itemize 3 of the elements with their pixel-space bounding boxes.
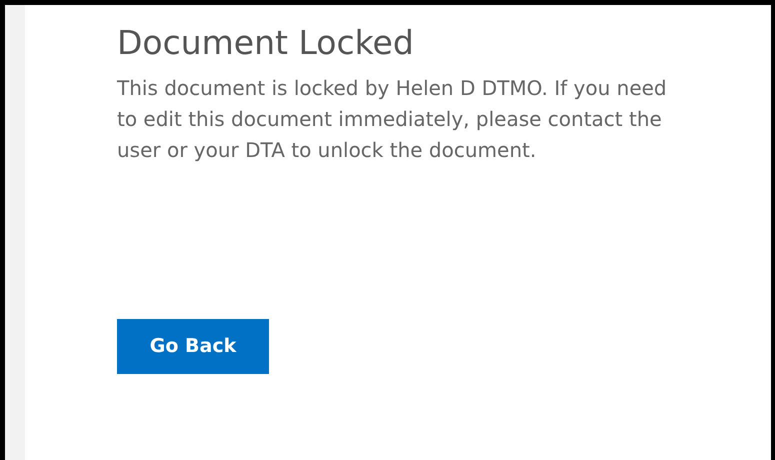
go-back-button[interactable]: Go Back	[117, 318, 269, 374]
lock-message: This document is locked by Helen D DTMO. If you need to edit this document immediately, please contact the user or your DTA to unlock the document.	[117, 74, 668, 164]
page-title: Document Locked	[117, 23, 415, 63]
